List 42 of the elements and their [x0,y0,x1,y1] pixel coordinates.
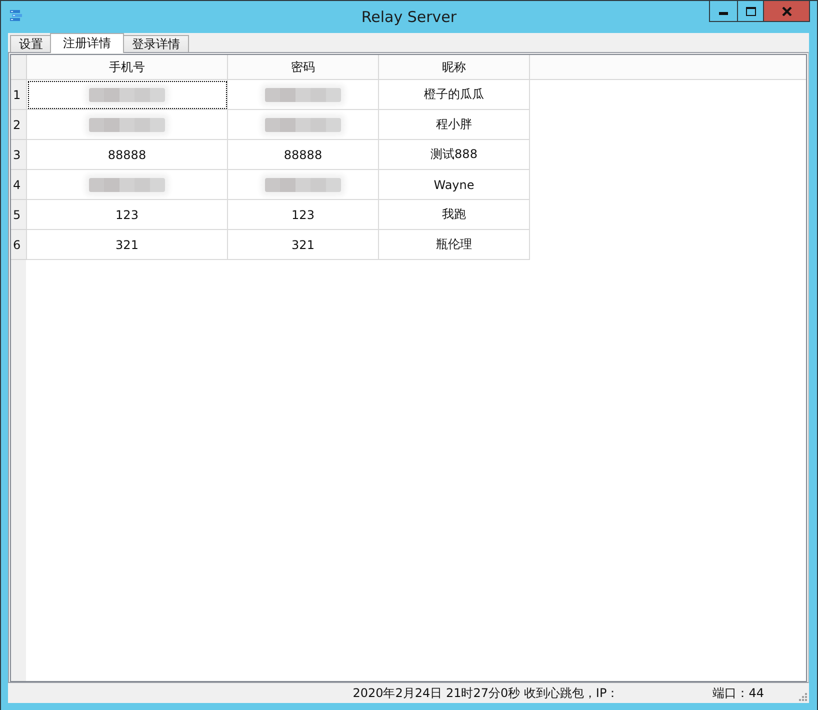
table-cell[interactable]: 瓶伦理 [378,230,530,260]
row-header[interactable]: 4 [11,170,26,200]
tab[interactable]: 登录详情 [123,35,189,52]
table-cell[interactable]: Wayne [378,170,530,200]
maximize-icon [746,6,756,16]
table-cell[interactable] [26,110,228,140]
row-header[interactable]: 2 [11,110,26,140]
table-cell[interactable]: 测试888 [378,140,530,170]
status-text: 2020年2月24日 21时27分0秒 收到心跳包，IP： [352,684,619,702]
grid-corner [11,55,26,80]
table-cell[interactable] [228,80,378,110]
table-cell[interactable] [228,170,378,200]
resize-grip-icon [798,692,807,701]
table-cell[interactable]: 123 [228,200,378,230]
server-icon [9,9,23,23]
column-header[interactable]: 昵称 [378,55,530,80]
tab[interactable]: 注册详情 [50,33,124,53]
table-cell[interactable] [228,110,378,140]
tab[interactable]: 设置 [10,35,52,52]
close-button[interactable] [764,1,810,22]
row-header[interactable]: 6 [11,230,26,260]
table-cell[interactable]: 程小胖 [378,110,530,140]
column-header[interactable]: 密码 [228,55,378,80]
close-icon [782,6,792,16]
table-cell[interactable] [26,80,228,110]
row-header[interactable]: 5 [11,200,26,230]
table-cell[interactable]: 88888 [26,140,228,170]
table-cell[interactable]: 321 [228,230,378,260]
table-cell[interactable]: 橙子的瓜瓜 [378,80,530,110]
maximize-button[interactable] [737,1,764,22]
window-title: Relay Server [361,7,457,28]
table-cell[interactable]: 321 [26,230,228,260]
minimize-button[interactable] [709,1,737,22]
table-cell[interactable]: 88888 [228,140,378,170]
status-text: 端口：44 [712,684,764,702]
row-header[interactable]: 1 [11,80,26,110]
column-header[interactable]: 手机号 [26,55,228,80]
row-header[interactable]: 3 [11,140,26,170]
table-cell[interactable]: 我跑 [378,200,530,230]
minimize-icon [719,12,728,15]
table-cell[interactable]: 123 [26,200,228,230]
table-cell[interactable] [26,170,228,200]
